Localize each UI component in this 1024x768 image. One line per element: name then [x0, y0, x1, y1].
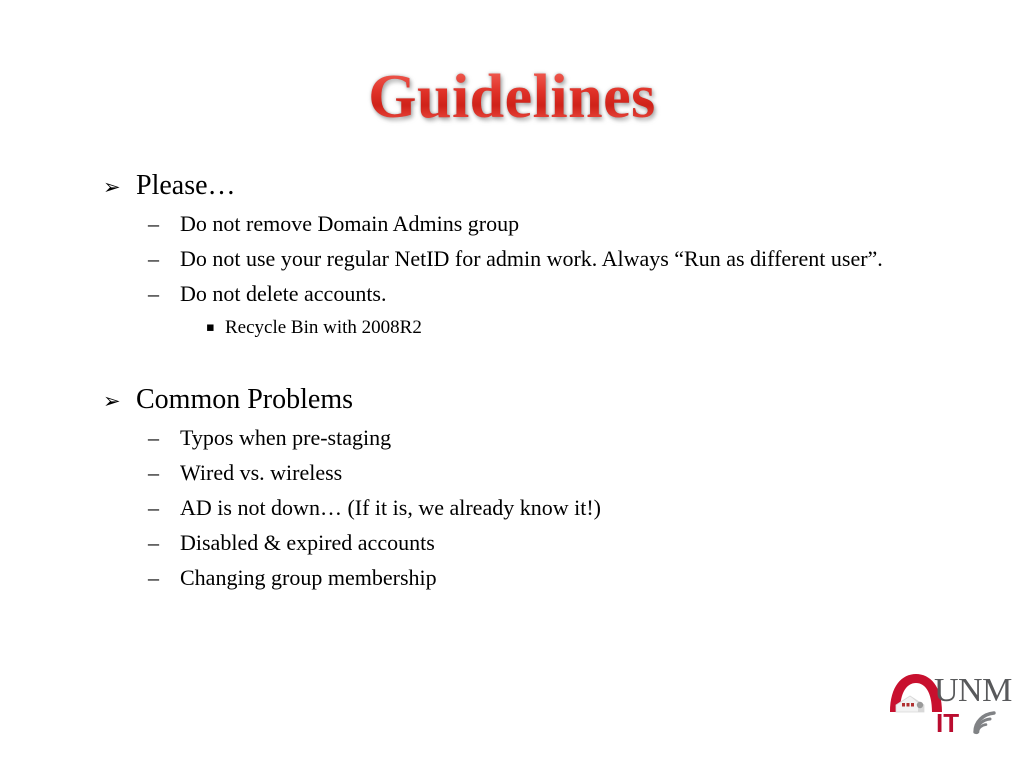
slide-content: ➢ Please… – Do not remove Domain Admins …	[0, 168, 1024, 595]
dash-bullet-icon: –	[148, 246, 159, 271]
list-item-text: Recycle Bin with 2008R2	[225, 317, 422, 338]
arrow-bullet-icon: ➢	[103, 389, 121, 413]
dash-bullet-icon: –	[148, 495, 159, 520]
dash-bullet-icon: –	[148, 460, 159, 485]
list-item-text: Wired vs. wireless	[180, 460, 343, 485]
list-item: – AD is not down… (If it is, we already …	[0, 490, 1024, 525]
section-heading-text: Please…	[136, 170, 236, 201]
it-wordmark: IT	[936, 708, 960, 738]
wifi-swoosh-icon	[972, 710, 1002, 736]
dash-bullet-icon: –	[148, 211, 159, 236]
list-item: – Typos when pre-staging	[0, 420, 1024, 455]
list-item: – Wired vs. wireless	[0, 455, 1024, 490]
page-title: Guidelines	[0, 62, 1024, 132]
unm-it-logo: UNM IT	[888, 668, 1016, 746]
section-heading-please: ➢ Please…	[0, 168, 1024, 204]
dash-bullet-icon: –	[148, 530, 159, 555]
dash-bullet-icon: –	[148, 565, 159, 590]
dash-bullet-icon: –	[148, 281, 159, 306]
list-item: ▪ Recycle Bin with 2008R2	[0, 311, 1024, 344]
section-heading-text: Common Problems	[136, 384, 354, 415]
section-heading-common-problems: ➢ Common Problems	[0, 382, 1024, 418]
list-item-text: Changing group membership	[180, 565, 437, 590]
list-item: – Do not use your regular NetID for admi…	[0, 241, 1024, 276]
arrow-bullet-icon: ➢	[103, 175, 121, 199]
list-item: – Changing group membership	[0, 560, 1024, 595]
dash-bullet-icon: –	[148, 425, 159, 450]
list-item: – Disabled & expired accounts	[0, 525, 1024, 560]
list-item-text: Typos when pre-staging	[180, 425, 392, 450]
list-item: – Do not remove Domain Admins group	[0, 206, 1024, 241]
list-item-text: AD is not down… (If it is, we already kn…	[180, 495, 601, 520]
list-item-text: Do not use your regular NetID for admin …	[180, 246, 883, 271]
list-item-text: Do not remove Domain Admins group	[180, 211, 520, 236]
unm-wordmark: UNM	[934, 672, 1012, 709]
list-item: – Do not delete accounts.	[0, 276, 1024, 311]
list-item-text: Do not delete accounts.	[180, 281, 387, 306]
list-item-text: Disabled & expired accounts	[180, 530, 435, 555]
square-bullet-icon: ▪	[206, 320, 215, 335]
